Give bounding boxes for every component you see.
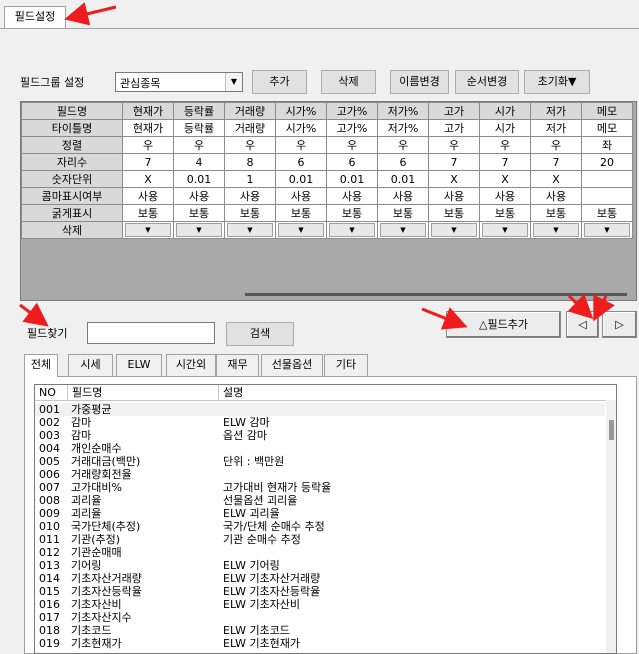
- arrow-to-field-search: [19, 302, 49, 327]
- arrow-to-add-field: [421, 307, 468, 330]
- annotation-arrows: [19, 2, 615, 330]
- arrow-to-field-settings-tab: [64, 2, 117, 26]
- arrow-to-next: [593, 294, 615, 322]
- arrow-to-prev: [567, 293, 594, 320]
